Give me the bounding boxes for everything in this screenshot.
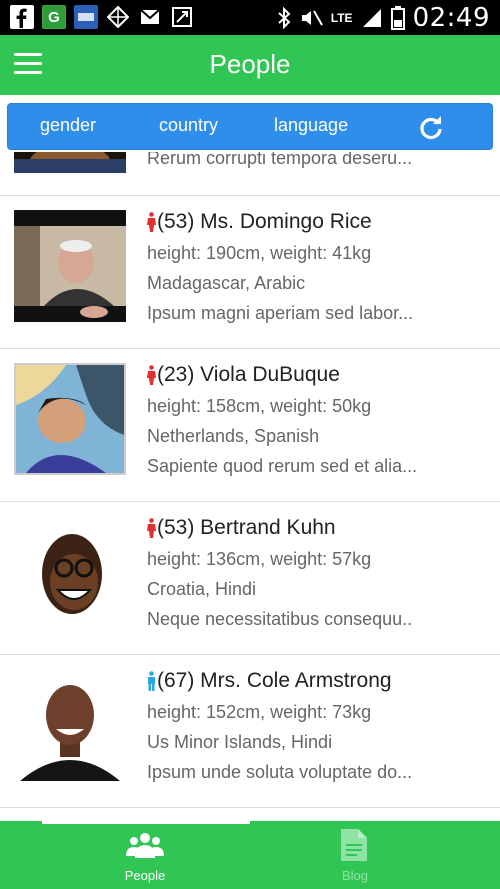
list-item[interactable]: (67) Mrs. Cole Armstrong height: 152cm, … — [0, 655, 500, 808]
person-name: (67) Mrs. Cole Armstrong — [147, 669, 412, 693]
avatar — [14, 210, 126, 322]
avatar — [14, 363, 126, 475]
refresh-icon[interactable] — [418, 115, 444, 141]
facebook-icon — [10, 5, 34, 29]
svg-text:G: G — [48, 9, 60, 26]
person-location: Netherlands, Spanish — [147, 426, 320, 446]
status-bar: G LTE 02:49 — [0, 0, 500, 35]
document-icon — [341, 829, 367, 861]
country-filter-button[interactable]: country — [159, 115, 218, 136]
clock: 02:49 — [412, 3, 490, 33]
avatar — [14, 669, 126, 781]
avatar — [14, 152, 126, 173]
gender-filter-button[interactable]: gender — [40, 115, 96, 136]
male-icon — [148, 671, 155, 691]
bottom-navigation: People Blog — [0, 821, 500, 889]
tab-blog[interactable]: Blog — [230, 821, 480, 889]
list-item[interactable]: (53) Bertrand Kuhn height: 136cm, weight… — [0, 502, 500, 655]
female-icon — [147, 212, 156, 232]
page-title: People — [209, 49, 291, 79]
network-icon — [106, 5, 130, 29]
language-filter-button[interactable]: language — [274, 115, 348, 136]
tab-label: Blog — [341, 868, 369, 883]
app-bar: People — [0, 35, 500, 95]
person-location: Us Minor Islands, Hindi — [147, 732, 333, 752]
signal-icon — [362, 9, 381, 27]
person-location: Croatia, Hindi — [147, 579, 257, 599]
g-market-icon: G — [42, 5, 66, 29]
battery-icon — [390, 6, 405, 30]
filter-bar: gender country language — [7, 103, 493, 150]
system-status: LTE 02:49 — [277, 3, 490, 33]
tool-icon — [170, 5, 194, 29]
mute-icon — [301, 10, 323, 26]
person-location: Madagascar, Arabic — [147, 273, 306, 293]
female-icon — [147, 518, 156, 538]
avatar — [14, 516, 126, 628]
person-measurements: height: 136cm, weight: 57kg — [147, 549, 372, 569]
network-type: LTE — [330, 10, 353, 25]
person-measurements: height: 190cm, weight: 41kg — [147, 243, 372, 263]
person-measurements: height: 158cm, weight: 50kg — [147, 396, 372, 416]
notification-icons: G — [10, 5, 194, 29]
person-name: (53) Bertrand Kuhn — [147, 516, 412, 540]
person-bio: Rerum corrupti tempora deseru... — [147, 152, 413, 168]
person-bio: Ipsum magni aperiam sed labor... — [147, 303, 414, 323]
gmail-icon — [138, 5, 162, 29]
app-icon — [74, 5, 98, 29]
female-icon — [147, 365, 156, 385]
list-item[interactable]: (23) Viola DuBuque height: 158cm, weight… — [0, 349, 500, 502]
list-item[interactable]: Rerum corrupti tempora deseru... — [0, 152, 500, 196]
people-icon — [126, 833, 164, 858]
person-name: (53) Ms. Domingo Rice — [147, 210, 413, 234]
person-measurements: height: 152cm, weight: 73kg — [147, 702, 372, 722]
person-name: (23) Viola DuBuque — [147, 363, 417, 387]
person-bio: Sapiente quod rerum sed et alia... — [147, 456, 418, 476]
people-list[interactable]: Rerum corrupti tempora deseru... (53) Ms… — [0, 152, 500, 820]
list-item[interactable]: (53) Ms. Domingo Rice height: 190cm, wei… — [0, 196, 500, 349]
bluetooth-icon — [278, 7, 291, 29]
person-bio: Ipsum unde soluta voluptate do... — [147, 762, 413, 782]
person-bio: Neque necessitatibus consequu.. — [147, 609, 413, 629]
